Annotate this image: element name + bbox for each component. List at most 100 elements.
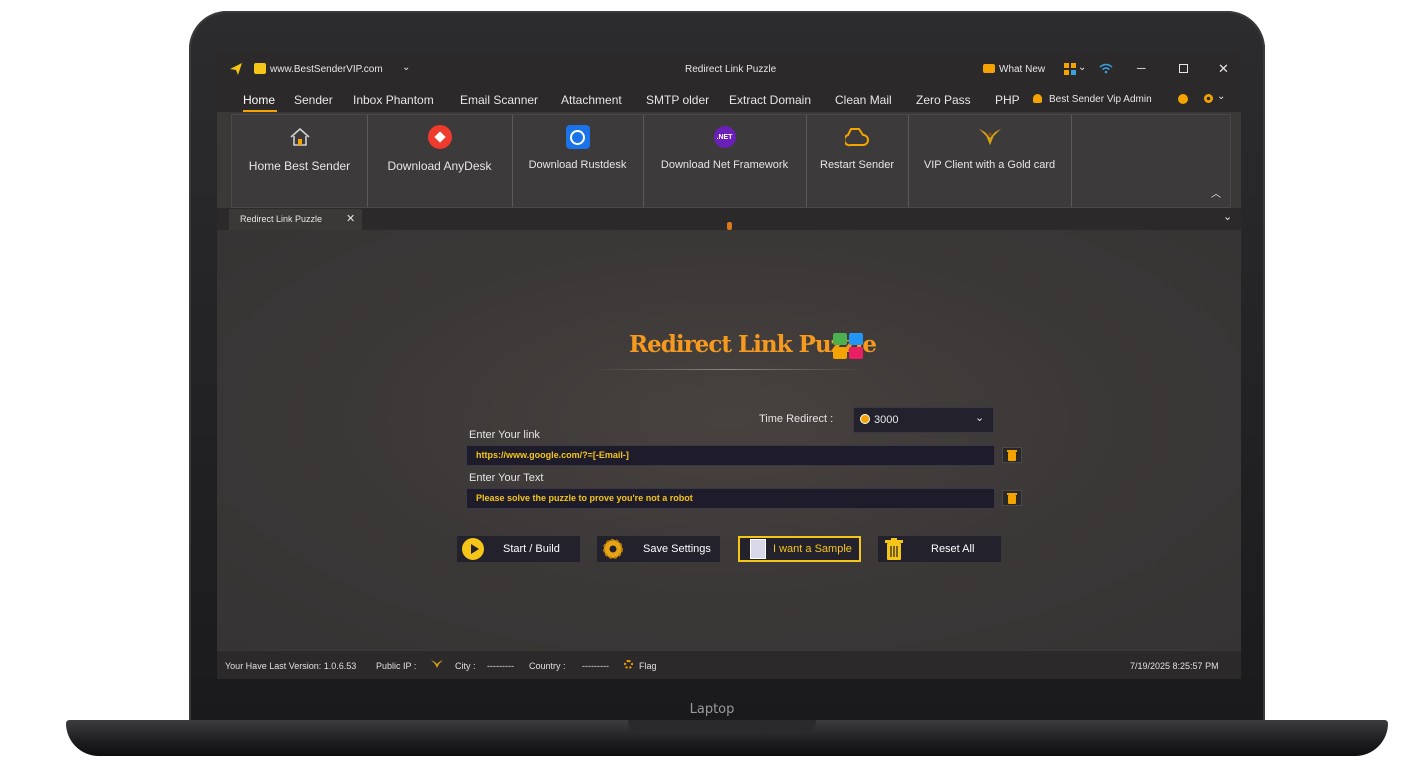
text-label: Enter Your Text <box>469 472 544 484</box>
trash-icon <box>882 538 906 560</box>
user-icon <box>1033 94 1042 103</box>
download-net-framework-button[interactable]: .NET Download Net Framework <box>643 115 807 207</box>
laptop-notch <box>628 720 816 734</box>
vip-gold-card-button[interactable]: VIP Client with a Gold card <box>908 115 1072 207</box>
site-url[interactable]: www.BestSenderVIP.com <box>270 64 383 75</box>
text-input-value: Please solve the puzzle to prove you're … <box>476 493 693 503</box>
menu-sender[interactable]: Sender <box>294 93 333 107</box>
chevron-down-icon[interactable]: ⌄ <box>1217 91 1225 102</box>
version-text: Your Have Last Version: 1.0.6.53 <box>225 661 357 671</box>
restart-sender-button[interactable]: Restart Sender <box>806 115 909 207</box>
clock-icon <box>860 414 870 424</box>
window-title: Redirect Link Puzzle <box>685 64 777 75</box>
chevron-down-icon: ⌄ <box>975 412 985 424</box>
public-ip-label: Public IP : <box>376 661 417 671</box>
menu-php[interactable]: PHP <box>995 93 1020 107</box>
time-redirect-label: Time Redirect : <box>759 413 834 425</box>
menu-clean-mail[interactable]: Clean Mail <box>835 93 892 107</box>
whats-new-icon <box>983 64 995 73</box>
datetime: 7/19/2025 8:25:57 PM <box>1130 661 1219 671</box>
country-label: Country : <box>529 661 566 671</box>
menu-home[interactable]: Home <box>243 93 275 107</box>
close-tab-icon[interactable]: ✕ <box>346 212 355 225</box>
home-best-sender-button[interactable]: Home Best Sender <box>232 115 368 207</box>
home-icon <box>288 125 312 149</box>
menu-smtp-older[interactable]: SMTP older <box>646 93 709 107</box>
gold-eagle-icon <box>978 125 1002 149</box>
close-button[interactable]: ✕ <box>1218 61 1229 77</box>
wifi-icon <box>1099 63 1113 74</box>
person-icon[interactable] <box>1178 94 1188 104</box>
puzzle-icon <box>833 333 863 359</box>
maximize-button[interactable] <box>1179 64 1188 73</box>
download-rustdesk-button[interactable]: Download Rustdesk <box>512 115 644 207</box>
ribbon-label: Download Rustdesk <box>528 159 627 171</box>
link-input[interactable]: https://www.google.com/?=[-Email-] <box>466 445 995 466</box>
anydesk-icon <box>427 125 452 149</box>
ribbon-toolbar: Home Best Sender Download AnyDesk Downlo… <box>231 114 1231 208</box>
sample-label: I want a Sample <box>773 543 852 555</box>
tab-label: Redirect Link Puzzle <box>240 214 323 224</box>
time-redirect-value: 3000 <box>874 414 899 426</box>
title-divider <box>592 369 866 370</box>
clear-text-button[interactable] <box>1002 490 1022 506</box>
ribbon-label: VIP Client with a Gold card <box>923 159 1056 171</box>
menu-bar: Home Sender Inbox Phantom Email Scanner … <box>217 86 1241 112</box>
laptop-brand-label: Laptop <box>689 702 735 717</box>
menu-inbox-phantom[interactable]: Inbox Phantom <box>353 93 434 107</box>
user-menu[interactable]: Best Sender Vip Admin <box>1049 94 1152 105</box>
link-input-value: https://www.google.com/?=[-Email-] <box>476 450 629 460</box>
sample-button[interactable]: I want a Sample <box>738 536 861 562</box>
tab-strip: Redirect Link Puzzle ✕ ⌄ <box>217 208 1241 230</box>
save-settings-button[interactable]: Save Settings <box>597 536 720 562</box>
apps-grid-icon[interactable] <box>1064 63 1076 75</box>
menu-extract-domain[interactable]: Extract Domain <box>729 93 811 107</box>
chevron-down-icon[interactable]: ⌄ <box>1078 62 1086 73</box>
menu-zero-pass[interactable]: Zero Pass <box>916 93 971 107</box>
tab-list-chevron-icon[interactable]: ⌄ <box>1223 210 1232 223</box>
site-badge-icon <box>254 63 266 74</box>
reset-all-button[interactable]: Reset All <box>878 536 1001 562</box>
text-input[interactable]: Please solve the puzzle to prove you're … <box>466 488 995 509</box>
menu-attachment[interactable]: Attachment <box>561 93 622 107</box>
reset-all-label: Reset All <box>931 543 975 555</box>
link-label: Enter Your link <box>469 429 540 441</box>
collapse-ribbon-icon[interactable]: ︿ <box>1211 185 1221 200</box>
download-anydesk-button[interactable]: Download AnyDesk <box>367 115 513 207</box>
save-settings-label: Save Settings <box>643 543 711 555</box>
ribbon-label: Download Net Framework <box>660 159 789 171</box>
app-window: www.BestSenderVIP.com ⌄ Redirect Link Pu… <box>217 52 1241 679</box>
trash-icon <box>1007 492 1017 504</box>
tab-redirect-link-puzzle[interactable]: Redirect Link Puzzle ✕ <box>229 209 362 230</box>
whats-new-button[interactable]: What New <box>999 64 1045 75</box>
flag-icon <box>624 660 633 669</box>
restart-icon <box>845 125 869 149</box>
ribbon-label: Download AnyDesk <box>387 159 492 173</box>
dotnet-icon: .NET <box>713 125 737 149</box>
start-build-button[interactable]: Start / Build <box>457 536 580 562</box>
loading-dot-icon <box>727 222 732 230</box>
country-value: --------- <box>582 661 609 671</box>
city-label: City : <box>455 661 476 671</box>
time-redirect-select[interactable]: 3000 ⌄ <box>853 407 994 433</box>
status-bar: Your Have Last Version: 1.0.6.53 Public … <box>217 651 1241 679</box>
city-value: --------- <box>487 661 514 671</box>
start-build-label: Start / Build <box>503 543 560 555</box>
flag-label: Flag <box>639 661 657 671</box>
gear-icon[interactable] <box>1202 92 1215 105</box>
clear-link-button[interactable] <box>1002 447 1022 463</box>
play-icon <box>461 538 485 560</box>
title-bar: www.BestSenderVIP.com ⌄ Redirect Link Pu… <box>217 52 1241 86</box>
ribbon-label: Home Best Sender <box>248 159 351 173</box>
paper-plane-icon <box>230 63 242 75</box>
menu-email-scanner[interactable]: Email Scanner <box>460 93 538 107</box>
eagle-icon <box>431 660 443 668</box>
gear-icon <box>601 538 625 560</box>
rustdesk-icon <box>565 125 590 149</box>
main-content: Redirect Link Puzzle Time Redirect : 300… <box>217 230 1241 650</box>
chevron-down-icon[interactable]: ⌄ <box>402 62 410 73</box>
active-menu-underline <box>243 110 277 112</box>
document-icon <box>746 538 770 560</box>
minimize-button[interactable]: ─ <box>1137 61 1146 75</box>
trash-icon <box>1007 449 1017 461</box>
